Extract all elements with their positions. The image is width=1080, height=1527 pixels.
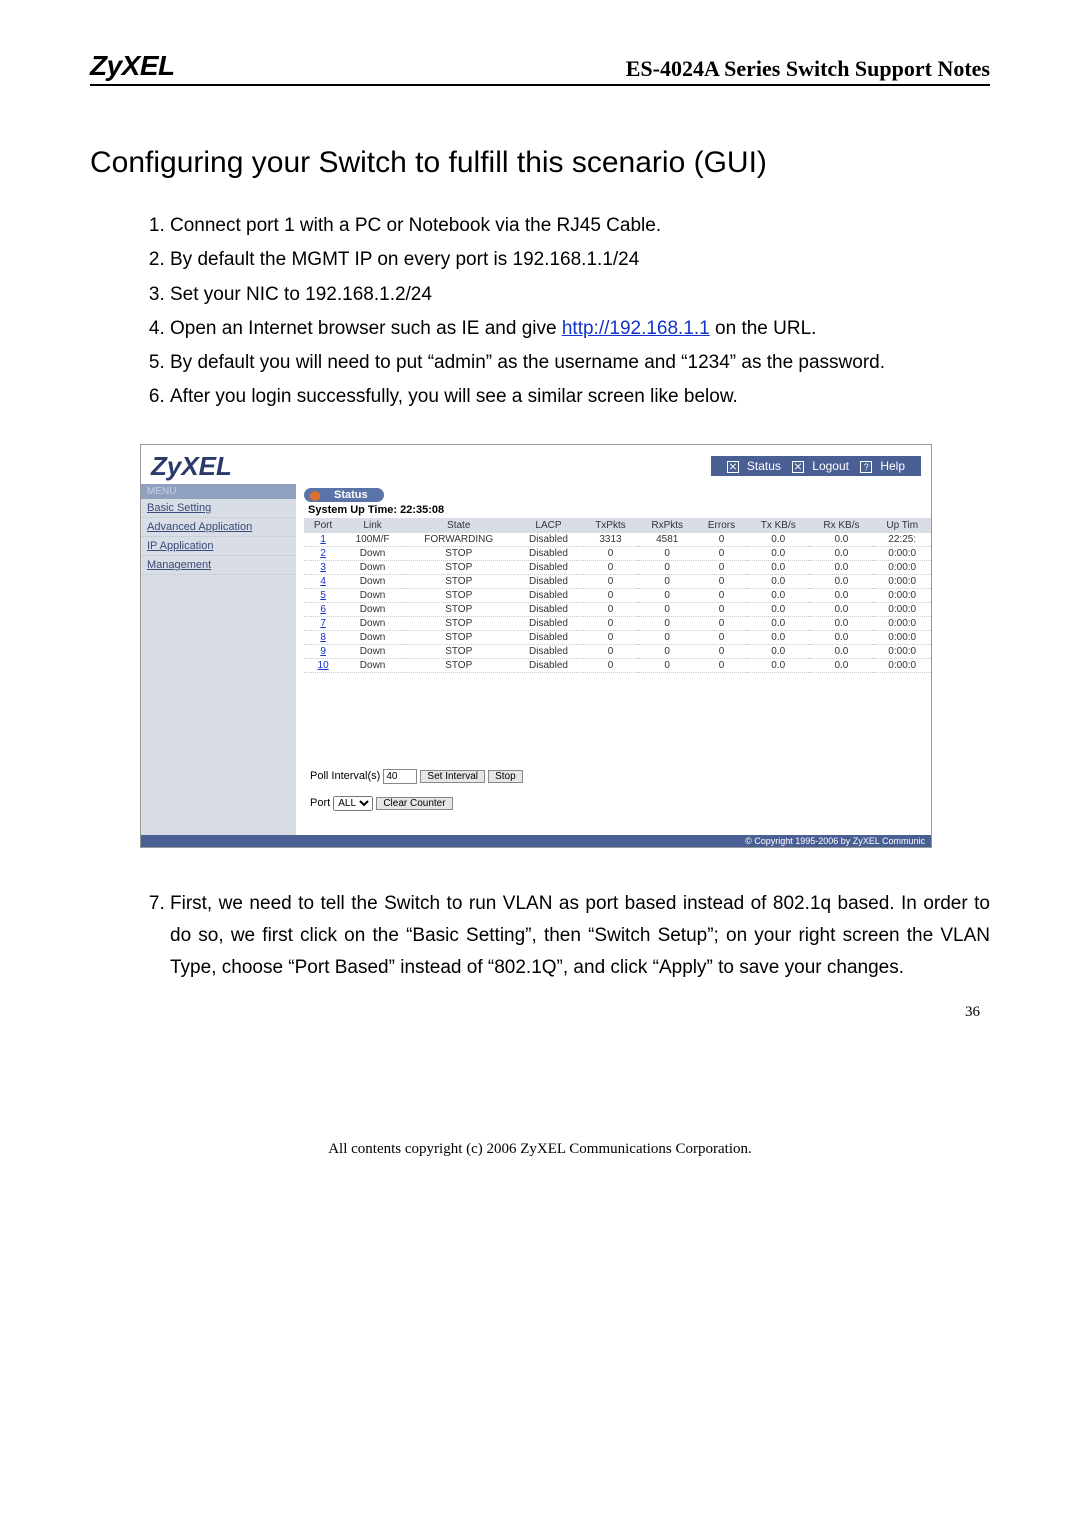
header-title: ES-4024A Series Switch Support Notes bbox=[626, 56, 990, 82]
port-label: Port bbox=[310, 797, 330, 809]
table-row: 3DownSTOPDisabled0000.00.00:00:0 bbox=[304, 560, 931, 574]
sidebar-item-management[interactable]: Management bbox=[141, 556, 296, 575]
col-header: TxPkts bbox=[583, 518, 639, 533]
col-header: State bbox=[403, 518, 515, 533]
port-link[interactable]: 4 bbox=[320, 576, 326, 587]
section-title: Configuring your Switch to fulfill this … bbox=[90, 146, 990, 180]
port-link[interactable]: 3 bbox=[320, 562, 326, 573]
poll-label: Poll Interval(s) bbox=[310, 770, 380, 782]
table-row: 9DownSTOPDisabled0000.00.00:00:0 bbox=[304, 644, 931, 658]
port-status-table: PortLinkStateLACPTxPktsRxPktsErrorsTx KB… bbox=[304, 518, 931, 673]
step-1: Connect port 1 with a PC or Notebook via… bbox=[170, 210, 990, 242]
table-row: 5DownSTOPDisabled0000.00.00:00:0 bbox=[304, 588, 931, 602]
col-header: Up Tim bbox=[873, 518, 931, 533]
port-link[interactable]: 2 bbox=[320, 548, 326, 559]
brand-logo: ZyXEL bbox=[90, 50, 175, 82]
logout-link[interactable]: Logout bbox=[812, 459, 849, 473]
sidebar: MENU Basic Setting Advanced Application … bbox=[141, 484, 296, 835]
system-uptime: System Up Time: 22:35:08 bbox=[308, 504, 931, 516]
port-link[interactable]: 9 bbox=[320, 646, 326, 657]
step-3: Set your NIC to 192.168.1.2/24 bbox=[170, 279, 990, 311]
col-header: Port bbox=[304, 518, 342, 533]
col-header: Errors bbox=[696, 518, 747, 533]
step-7: First, we need to tell the Switch to run… bbox=[170, 888, 990, 985]
embedded-screenshot: ZyXEL Status Logout ? Help MENU Basic Set… bbox=[140, 444, 932, 848]
sc-logo: ZyXEL bbox=[151, 451, 232, 482]
port-link[interactable]: 5 bbox=[320, 590, 326, 601]
sidebar-item-ip-application[interactable]: IP Application bbox=[141, 537, 296, 556]
col-header: Link bbox=[342, 518, 403, 533]
page-header: ZyXEL ES-4024A Series Switch Support Not… bbox=[90, 50, 990, 86]
set-interval-button[interactable]: Set Interval bbox=[420, 770, 485, 783]
stop-button[interactable]: Stop bbox=[488, 770, 523, 783]
table-row: 8DownSTOPDisabled0000.00.00:00:0 bbox=[304, 630, 931, 644]
table-row: 4DownSTOPDisabled0000.00.00:00:0 bbox=[304, 574, 931, 588]
sidebar-item-basic-setting[interactable]: Basic Setting bbox=[141, 499, 296, 518]
port-select[interactable]: ALL bbox=[333, 796, 373, 811]
clear-counter-button[interactable]: Clear Counter bbox=[376, 797, 452, 810]
main-panel: Status System Up Time: 22:35:08 PortLink… bbox=[296, 484, 931, 835]
poll-interval-input[interactable] bbox=[383, 769, 417, 784]
step-5: By default you will need to put “admin” … bbox=[170, 347, 990, 379]
page-number: 36 bbox=[90, 1004, 990, 1021]
port-link[interactable]: 6 bbox=[320, 604, 326, 615]
menu-title: MENU bbox=[141, 484, 296, 499]
port-link[interactable]: 7 bbox=[320, 618, 326, 629]
table-row: 6DownSTOPDisabled0000.00.00:00:0 bbox=[304, 602, 931, 616]
table-row: 2DownSTOPDisabled0000.00.00:00:0 bbox=[304, 546, 931, 560]
col-header: RxPkts bbox=[638, 518, 696, 533]
step-6: After you login successfully, you will s… bbox=[170, 381, 990, 413]
port-link[interactable]: 8 bbox=[320, 632, 326, 643]
table-row: 7DownSTOPDisabled0000.00.00:00:0 bbox=[304, 616, 931, 630]
status-pill: Status bbox=[304, 488, 384, 502]
port-link[interactable]: 1 bbox=[320, 534, 326, 545]
help-link[interactable]: Help bbox=[880, 459, 905, 473]
sc-top-links: Status Logout ? Help bbox=[711, 456, 921, 476]
help-icon: ? bbox=[860, 461, 872, 473]
status-icon bbox=[727, 461, 739, 473]
steps-list: Connect port 1 with a PC or Notebook via… bbox=[90, 210, 990, 414]
col-header: Rx KB/s bbox=[809, 518, 873, 533]
logout-icon bbox=[792, 461, 804, 473]
sidebar-item-advanced-application[interactable]: Advanced Application bbox=[141, 518, 296, 537]
step-2: By default the MGMT IP on every port is … bbox=[170, 244, 990, 276]
step-4: Open an Internet browser such as IE and … bbox=[170, 313, 990, 345]
status-link[interactable]: Status bbox=[747, 459, 781, 473]
steps-list-2: First, we need to tell the Switch to run… bbox=[90, 888, 990, 985]
sc-copyright: © Copyright 1995-2006 by ZyXEL Communic bbox=[141, 835, 931, 847]
table-row: 10DownSTOPDisabled0000.00.00:00:0 bbox=[304, 658, 931, 672]
col-header: LACP bbox=[514, 518, 582, 533]
table-row: 1100M/FFORWARDINGDisabled3313458100.00.0… bbox=[304, 533, 931, 547]
footer-copyright: All contents copyright (c) 2006 ZyXEL Co… bbox=[90, 1141, 990, 1158]
port-link[interactable]: 10 bbox=[318, 660, 329, 671]
col-header: Tx KB/s bbox=[747, 518, 809, 533]
mgmt-url-link[interactable]: http://192.168.1.1 bbox=[562, 318, 710, 339]
